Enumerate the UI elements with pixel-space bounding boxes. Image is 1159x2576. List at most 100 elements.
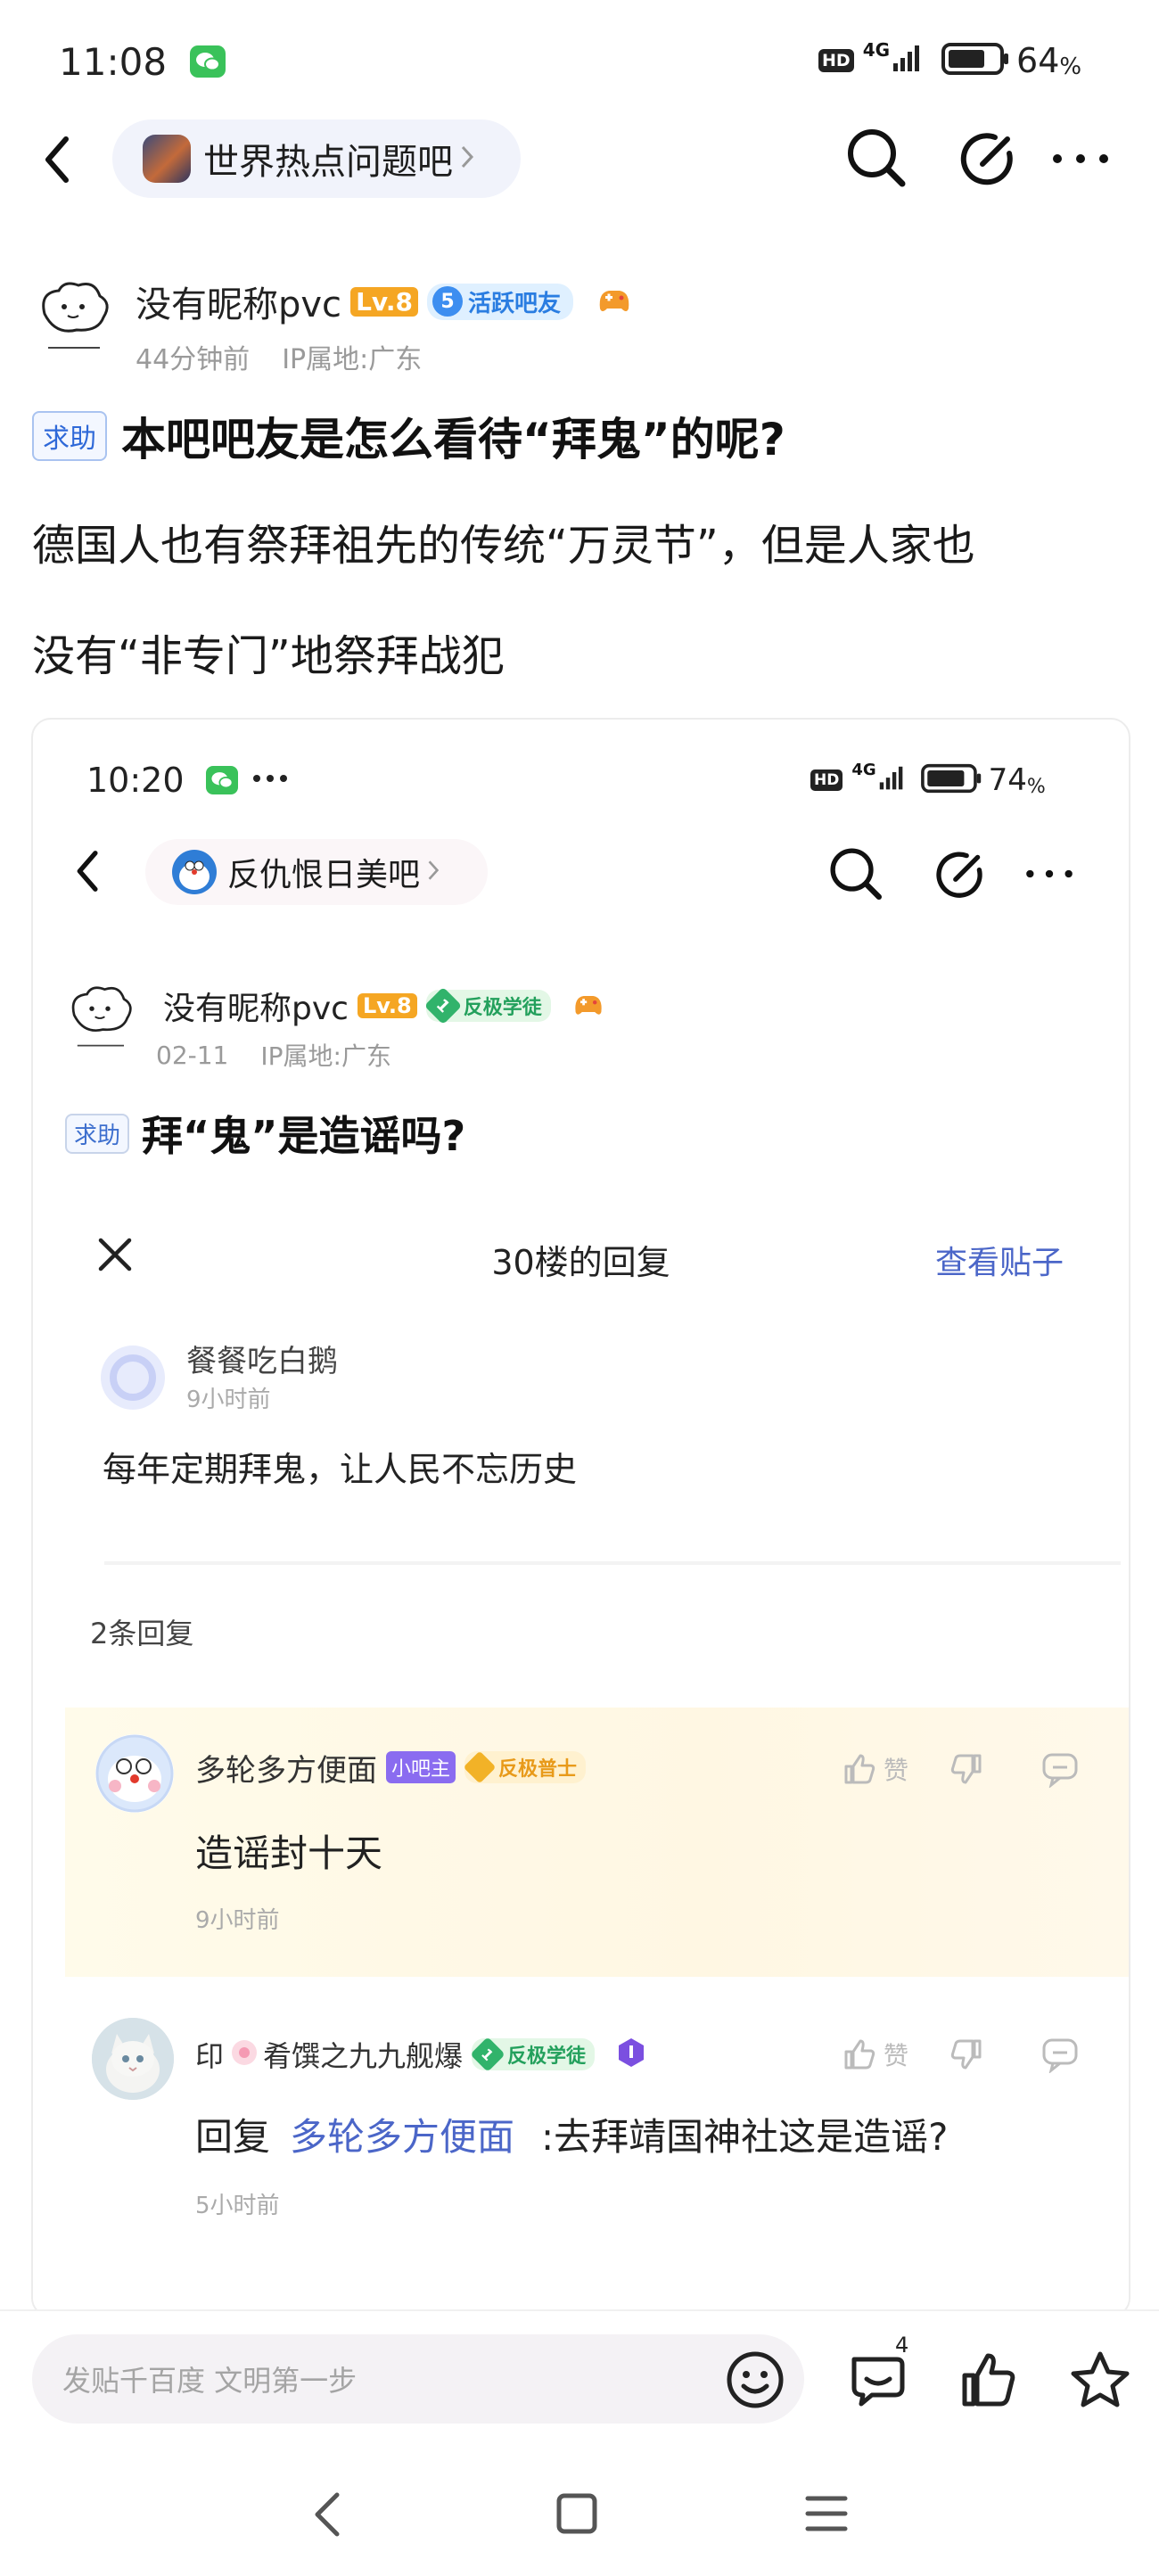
reply-author-line: 多轮多方便面 小吧主 反极普士 <box>195 1746 587 1790</box>
embedded-time: 10:20 <box>86 761 185 800</box>
reply-author[interactable]: 多轮多方便面 <box>195 1746 377 1790</box>
member-badge: 1 反极学徒 <box>470 2037 596 2072</box>
reply-comment-icon[interactable] <box>1040 2036 1080 2077</box>
post-time: 44分钟前 <box>136 344 251 375</box>
search-icon[interactable] <box>826 844 885 907</box>
search-icon[interactable] <box>843 125 909 194</box>
dislike-icon[interactable] <box>948 2036 985 2077</box>
reply-label: 回复 <box>195 2115 271 2159</box>
avatar[interactable] <box>60 978 140 1058</box>
back-button[interactable] <box>36 130 80 193</box>
level-badge: Lv.8 <box>357 993 417 1018</box>
edit-icon[interactable] <box>958 127 1020 193</box>
reply-comment-icon[interactable] <box>1040 1750 1080 1791</box>
battery-level: 64 <box>1016 41 1060 80</box>
battery-icon <box>920 763 983 797</box>
battery-level: 74 <box>988 762 1027 798</box>
network-label: 4G <box>851 761 876 779</box>
nav-back-icon[interactable] <box>307 2490 351 2543</box>
comment-count: 4 <box>895 2333 909 2358</box>
like-button[interactable]: 赞 <box>841 1750 908 1788</box>
active-member-badge: 5 活跃吧友 <box>427 283 574 320</box>
reply-author[interactable]: 肴馔之九九舰爆 <box>263 2034 463 2075</box>
game-controller-icon <box>571 988 606 1024</box>
help-tag: 求助 <box>65 1113 130 1154</box>
hd-icon: HD <box>818 49 854 72</box>
floor-author[interactable]: 餐餐吃白鹅 <box>186 1337 338 1380</box>
forum-avatar <box>143 135 191 183</box>
status-time: 11:08 <box>59 39 168 84</box>
post-body-line2: 没有“非专门”地祭拜战犯 <box>32 631 505 681</box>
forum-name: 世界热点问题吧 <box>203 142 453 183</box>
reply-panel: 30楼的回复 查看贴子 餐餐吃白鹅 9小时前 每年定期拜鬼，让人民不忘历史 2条… <box>33 1201 1129 2316</box>
view-post-link[interactable]: 查看贴子 <box>935 1237 1064 1283</box>
comment-input[interactable]: 发贴千百度 文明第一步 <box>32 2334 804 2424</box>
nav-home-icon[interactable] <box>555 2491 599 2539</box>
badge-text: 反极学徒 <box>463 997 542 1019</box>
post-body-line1: 德国人也有祭拜祖先的传统“万灵节”，但是人家也 <box>32 521 975 571</box>
battery-unit: % <box>1026 776 1046 798</box>
reply-content: 造谣封十天 <box>195 1831 383 1875</box>
reply-author-line: 印 肴馔之九九舰爆 1 反极学徒 <box>195 2034 646 2075</box>
reply-to-user[interactable]: 多轮多方便面 <box>290 2107 514 2161</box>
more-icon <box>252 770 288 791</box>
signal-icon <box>878 765 905 795</box>
post-ip: IP属地:广东 <box>282 344 423 375</box>
comments-icon[interactable] <box>845 2350 913 2416</box>
purple-badge-icon <box>616 2037 646 2072</box>
post-title: 拜“鬼”是造谣吗? <box>142 1112 466 1160</box>
embedded-screenshot[interactable]: 10:20 HD 4G 74 % 反仇恨日美吧 没有昵称pvc Lv.8 1 反… <box>31 718 1130 2317</box>
dislike-icon[interactable] <box>948 1750 985 1791</box>
nav-menu-icon[interactable] <box>804 2493 849 2538</box>
forum-avatar <box>172 850 217 894</box>
signal-icon <box>892 44 922 78</box>
bottom-bar: 发贴千百度 文明第一步 4 <box>0 2309 1159 2443</box>
avatar[interactable] <box>101 1346 165 1410</box>
reply-item[interactable]: 印 肴馔之九九舰爆 1 反极学徒 赞 回复 多轮多方便面:去拜靖国神社这是造谣… <box>65 1986 1129 2253</box>
more-icon[interactable] <box>1023 860 1076 891</box>
badge-number: 5 <box>432 286 463 317</box>
badge-number: 1 <box>470 2037 506 2072</box>
member-badge: 1 反极学徒 <box>423 986 551 1025</box>
post-meta: 44分钟前 IP属地:广东 <box>136 339 423 375</box>
avatar[interactable] <box>95 1734 174 1813</box>
badge-number: 1 <box>423 986 462 1025</box>
post-body: 德国人也有祭拜祖先的传统“万灵节”，但是人家也 没有“非专门”地祭拜战犯 <box>32 490 975 712</box>
avatar[interactable] <box>29 273 118 362</box>
diamond-icon <box>463 1750 497 1784</box>
wechat-icon <box>205 766 238 794</box>
edit-icon[interactable] <box>933 846 989 905</box>
emoji-icon[interactable] <box>724 2349 786 2415</box>
thumbs-up-icon[interactable] <box>958 2349 1020 2415</box>
chevron-right-icon <box>425 857 441 887</box>
author-name[interactable]: 没有昵称pvc <box>163 983 349 1029</box>
divider <box>104 1561 1121 1565</box>
moderator-badge: 小吧主 <box>386 1751 456 1783</box>
flower-icon <box>229 2037 259 2071</box>
badge-text: 反极学徒 <box>507 2045 587 2068</box>
post-title: 本吧吧友是怎么看待“拜鬼”的呢? <box>121 414 785 465</box>
author-name[interactable]: 没有昵称pvc <box>136 276 341 327</box>
badge-text: 活跃吧友 <box>468 290 562 317</box>
more-icon[interactable] <box>1050 143 1111 178</box>
reply-time: 9小时前 <box>195 1907 280 1934</box>
wechat-icon <box>190 45 226 78</box>
avatar[interactable] <box>92 2018 174 2100</box>
battery-icon <box>941 42 1011 79</box>
replies-count: 2条回复 <box>90 1617 194 1650</box>
reply-content: :去拜靖国神社这是造谣? <box>541 2115 949 2159</box>
reply-time: 5小时前 <box>195 2193 280 2219</box>
forum-pill[interactable]: 反仇恨日美吧 <box>145 839 488 905</box>
system-nav-bar <box>0 2441 1159 2576</box>
like-button[interactable]: 赞 <box>841 2036 908 2073</box>
comment-input-placeholder: 发贴千百度 文明第一步 <box>62 2364 358 2398</box>
game-controller-icon <box>595 282 634 321</box>
star-icon[interactable] <box>1068 2349 1132 2415</box>
author-line: 没有昵称pvc Lv.8 5 活跃吧友 <box>136 276 634 326</box>
reply-item[interactable]: 多轮多方便面 小吧主 反极普士 赞 造谣封十天 9小时前 <box>65 1708 1129 1977</box>
like-label: 赞 <box>884 1756 909 1785</box>
floor-time: 9小时前 <box>186 1387 271 1413</box>
forum-pill[interactable]: 世界热点问题吧 <box>112 119 521 198</box>
battery-unit: % <box>1059 53 1082 80</box>
back-button[interactable] <box>69 844 108 901</box>
